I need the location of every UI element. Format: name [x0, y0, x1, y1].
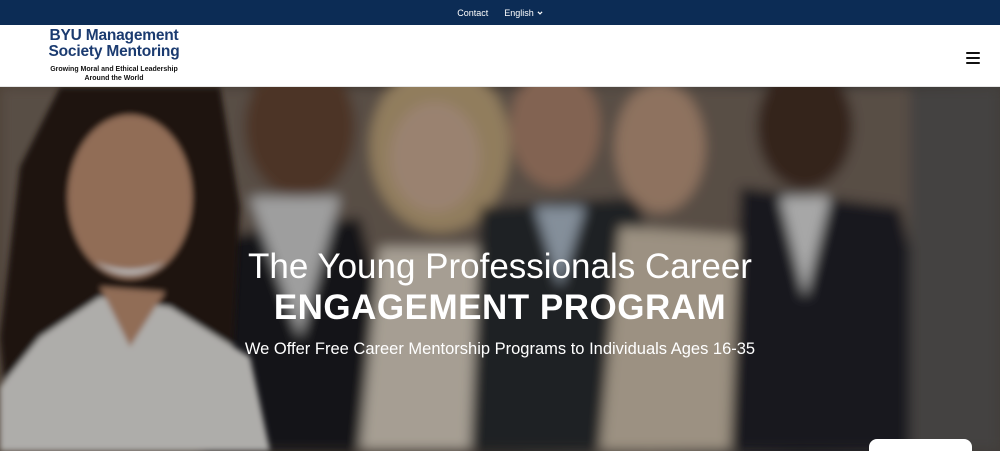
logo-title-line2: Society Mentoring	[48, 43, 180, 60]
floating-widget[interactable]	[869, 439, 972, 451]
top-bar: Contact English	[0, 0, 1000, 25]
logo-tagline-line1: Growing Moral and Ethical Leadership	[50, 66, 178, 73]
logo-title-line1: BYU Management	[49, 27, 179, 44]
chevron-down-icon	[537, 10, 543, 15]
hero-title-line2: ENGAGEMENT PROGRAM	[273, 288, 727, 327]
hamburger-menu-icon[interactable]	[966, 52, 980, 64]
hero-banner: The Young Professionals Career ENGAGEMEN…	[0, 87, 1000, 451]
language-label: English	[504, 7, 534, 18]
site-header: BYU Management Society Mentoring Growing…	[0, 25, 1000, 87]
hero-subtitle: We Offer Free Career Mentorship Programs…	[244, 340, 756, 358]
logo-tagline-line2: Around the World	[84, 75, 144, 82]
language-selector[interactable]: English	[504, 8, 543, 18]
hero-title-line1: The Young Professionals Career	[248, 247, 752, 286]
hero-text: The Young Professionals Career ENGAGEMEN…	[0, 247, 1000, 359]
site-logo[interactable]: BYU Management Society Mentoring Growing…	[38, 28, 190, 83]
contact-link[interactable]: Contact	[457, 8, 488, 18]
